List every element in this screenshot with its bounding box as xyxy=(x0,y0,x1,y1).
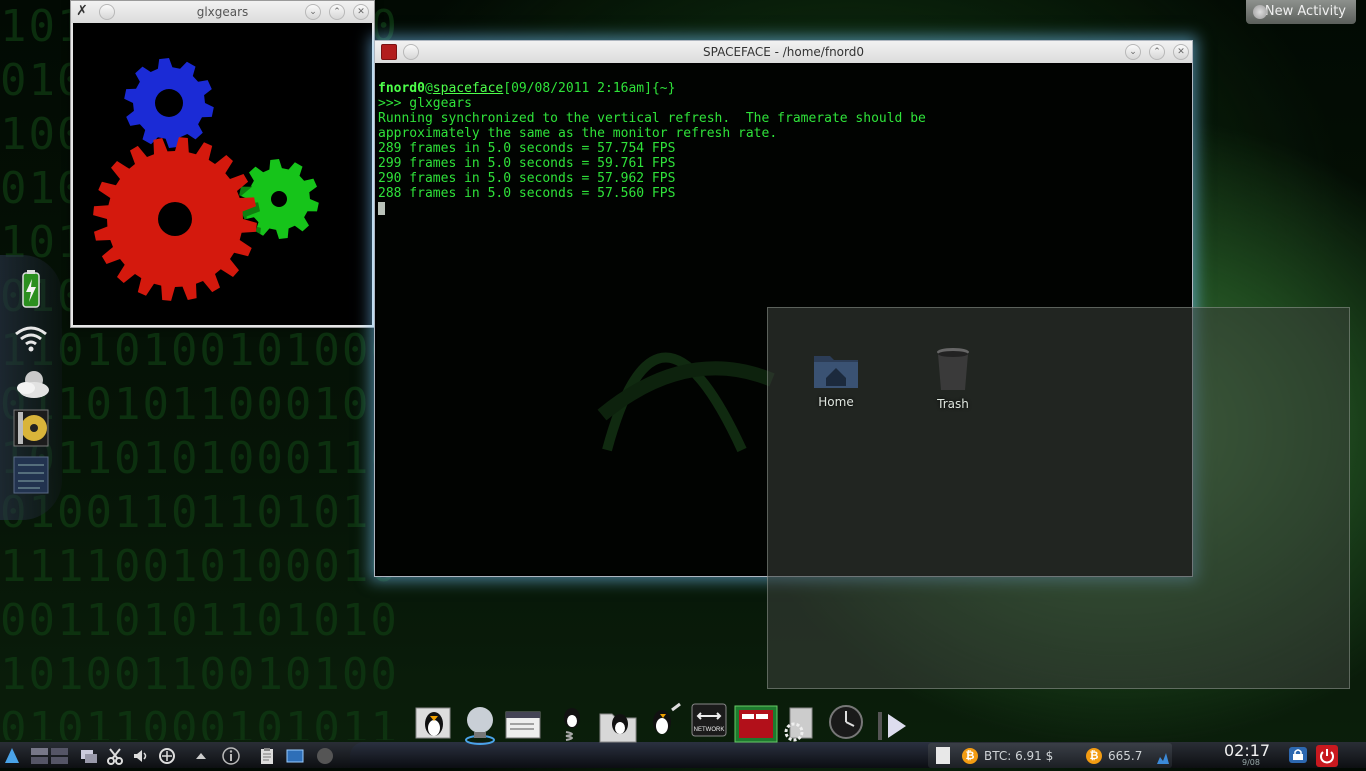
glxgears-window[interactable]: ✗ glxgears ⌄ ⌃ ✕ xyxy=(70,0,375,328)
dock-clock-icon[interactable] xyxy=(826,702,866,746)
maximize-button[interactable]: ⌃ xyxy=(1149,44,1165,60)
prompt-at: @ xyxy=(424,81,433,96)
window-list-icon[interactable] xyxy=(80,747,98,765)
dock-files-icon[interactable] xyxy=(504,702,544,746)
system-tray: ₿ BTC: 6.91 $ ₿ 665.7 xyxy=(928,743,1172,768)
weather-icon[interactable] xyxy=(10,366,52,406)
dock-settings-icon[interactable] xyxy=(780,702,820,746)
tray-expand-icon[interactable] xyxy=(192,747,210,765)
dock-arrow-icon[interactable] xyxy=(874,702,914,746)
wallpaper-logo-icon xyxy=(597,352,775,453)
maximize-button[interactable]: ⌃ xyxy=(329,4,345,20)
plus-icon xyxy=(1253,5,1267,19)
desktop-icon-home[interactable]: Home xyxy=(796,348,876,409)
show-desktop-icon[interactable] xyxy=(286,747,304,765)
dock-tux-spring-icon[interactable] xyxy=(552,702,592,746)
bitcoin-icon: ₿ xyxy=(962,748,978,764)
battery-icon[interactable] xyxy=(10,270,52,310)
lock-screen-icon[interactable] xyxy=(1288,746,1307,764)
btc-value: 665.7 xyxy=(1108,749,1143,763)
minimize-button[interactable]: ⌄ xyxy=(305,4,321,20)
volume-icon[interactable] xyxy=(132,747,150,765)
glxgears-title: glxgears xyxy=(196,5,249,19)
network-label: NETWORK xyxy=(694,727,725,733)
media-player-icon[interactable] xyxy=(10,408,52,448)
terminal-app-icon[interactable] xyxy=(381,44,397,60)
sticky-icon[interactable] xyxy=(99,4,115,20)
terminal-title: SPACEFACE - /home/fnord0 xyxy=(702,45,864,59)
system-monitor-icon[interactable] xyxy=(10,455,52,495)
terminal-titlebar[interactable]: SPACEFACE - /home/fnord0 ⌄ ⌃ ✕ xyxy=(375,41,1192,63)
btc-price: BTC: 6.91 $ xyxy=(984,749,1054,763)
output-line: 289 frames in 5.0 seconds = 57.754 FPS xyxy=(378,141,676,156)
scissors-icon[interactable] xyxy=(106,747,124,765)
app-menu-icon[interactable]: ✗ xyxy=(75,4,89,18)
prompt-user: fnord0 xyxy=(378,81,425,96)
dock-tux-folder-icon[interactable] xyxy=(598,702,638,746)
new-activity-label: New Activity xyxy=(1264,4,1346,19)
dock-network-icon[interactable]: NETWORK xyxy=(690,702,730,746)
sticky-icon[interactable] xyxy=(403,44,419,60)
desktop-icon-trash[interactable]: Trash xyxy=(913,346,993,411)
home-folder-icon xyxy=(814,356,858,388)
network-manager-icon[interactable] xyxy=(158,747,176,765)
output-line: 290 frames in 5.0 seconds = 57.962 FPS xyxy=(378,171,676,186)
cpu-graph-icon xyxy=(1157,753,1169,764)
blue-gear-icon xyxy=(124,58,218,153)
dock-tux-edit-icon[interactable] xyxy=(644,702,684,746)
clock-date: 9/08 xyxy=(1242,758,1260,767)
dock-tux-console-icon[interactable] xyxy=(414,702,454,746)
info-icon[interactable] xyxy=(222,747,240,765)
output-line: Running synchronized to the vertical ref… xyxy=(378,111,926,126)
clipboard-icon[interactable] xyxy=(258,747,276,765)
close-button[interactable]: ✕ xyxy=(1173,44,1189,60)
red-gear-icon xyxy=(93,137,261,306)
terminal-output: fnord0@spaceface[09/08/2011 2:16am]{~} >… xyxy=(378,81,926,216)
folder-view-widget[interactable]: Home Trash xyxy=(767,307,1350,689)
new-activity-button[interactable]: New Activity xyxy=(1246,0,1356,24)
glxgears-titlebar[interactable]: ✗ glxgears ⌄ ⌃ ✕ xyxy=(71,1,374,23)
prompt-rest: [09/08/2011 2:16am]{~} xyxy=(503,81,676,96)
kde-menu-icon[interactable] xyxy=(4,747,20,765)
notes-icon[interactable] xyxy=(936,747,950,764)
output-line: 288 frames in 5.0 seconds = 57.560 FPS xyxy=(378,186,676,201)
output-line: 299 frames in 5.0 seconds = 59.761 FPS xyxy=(378,156,676,171)
dock-crystal-ball-icon[interactable] xyxy=(460,702,500,746)
command-line: >>> glxgears xyxy=(378,96,472,111)
text-cursor xyxy=(378,202,385,215)
glxgears-canvas xyxy=(73,23,372,325)
pager-icon[interactable] xyxy=(30,747,70,765)
prompt-host: spaceface xyxy=(432,81,504,96)
wifi-icon[interactable] xyxy=(10,320,52,360)
panel-toolbox-icon[interactable] xyxy=(316,747,334,765)
minimize-button[interactable]: ⌄ xyxy=(1125,44,1141,60)
gears-drawing xyxy=(93,58,323,306)
dock-terminal-icon[interactable] xyxy=(734,702,778,746)
desktop-icon-label: Home xyxy=(818,395,854,409)
power-icon[interactable] xyxy=(1316,745,1338,767)
close-button[interactable]: ✕ xyxy=(353,4,369,20)
desktop-icon-label: Trash xyxy=(937,397,969,411)
bitcoin-icon: ₿ xyxy=(1086,748,1102,764)
output-line: approximately the same as the monitor re… xyxy=(378,126,778,141)
trash-icon xyxy=(937,348,969,390)
